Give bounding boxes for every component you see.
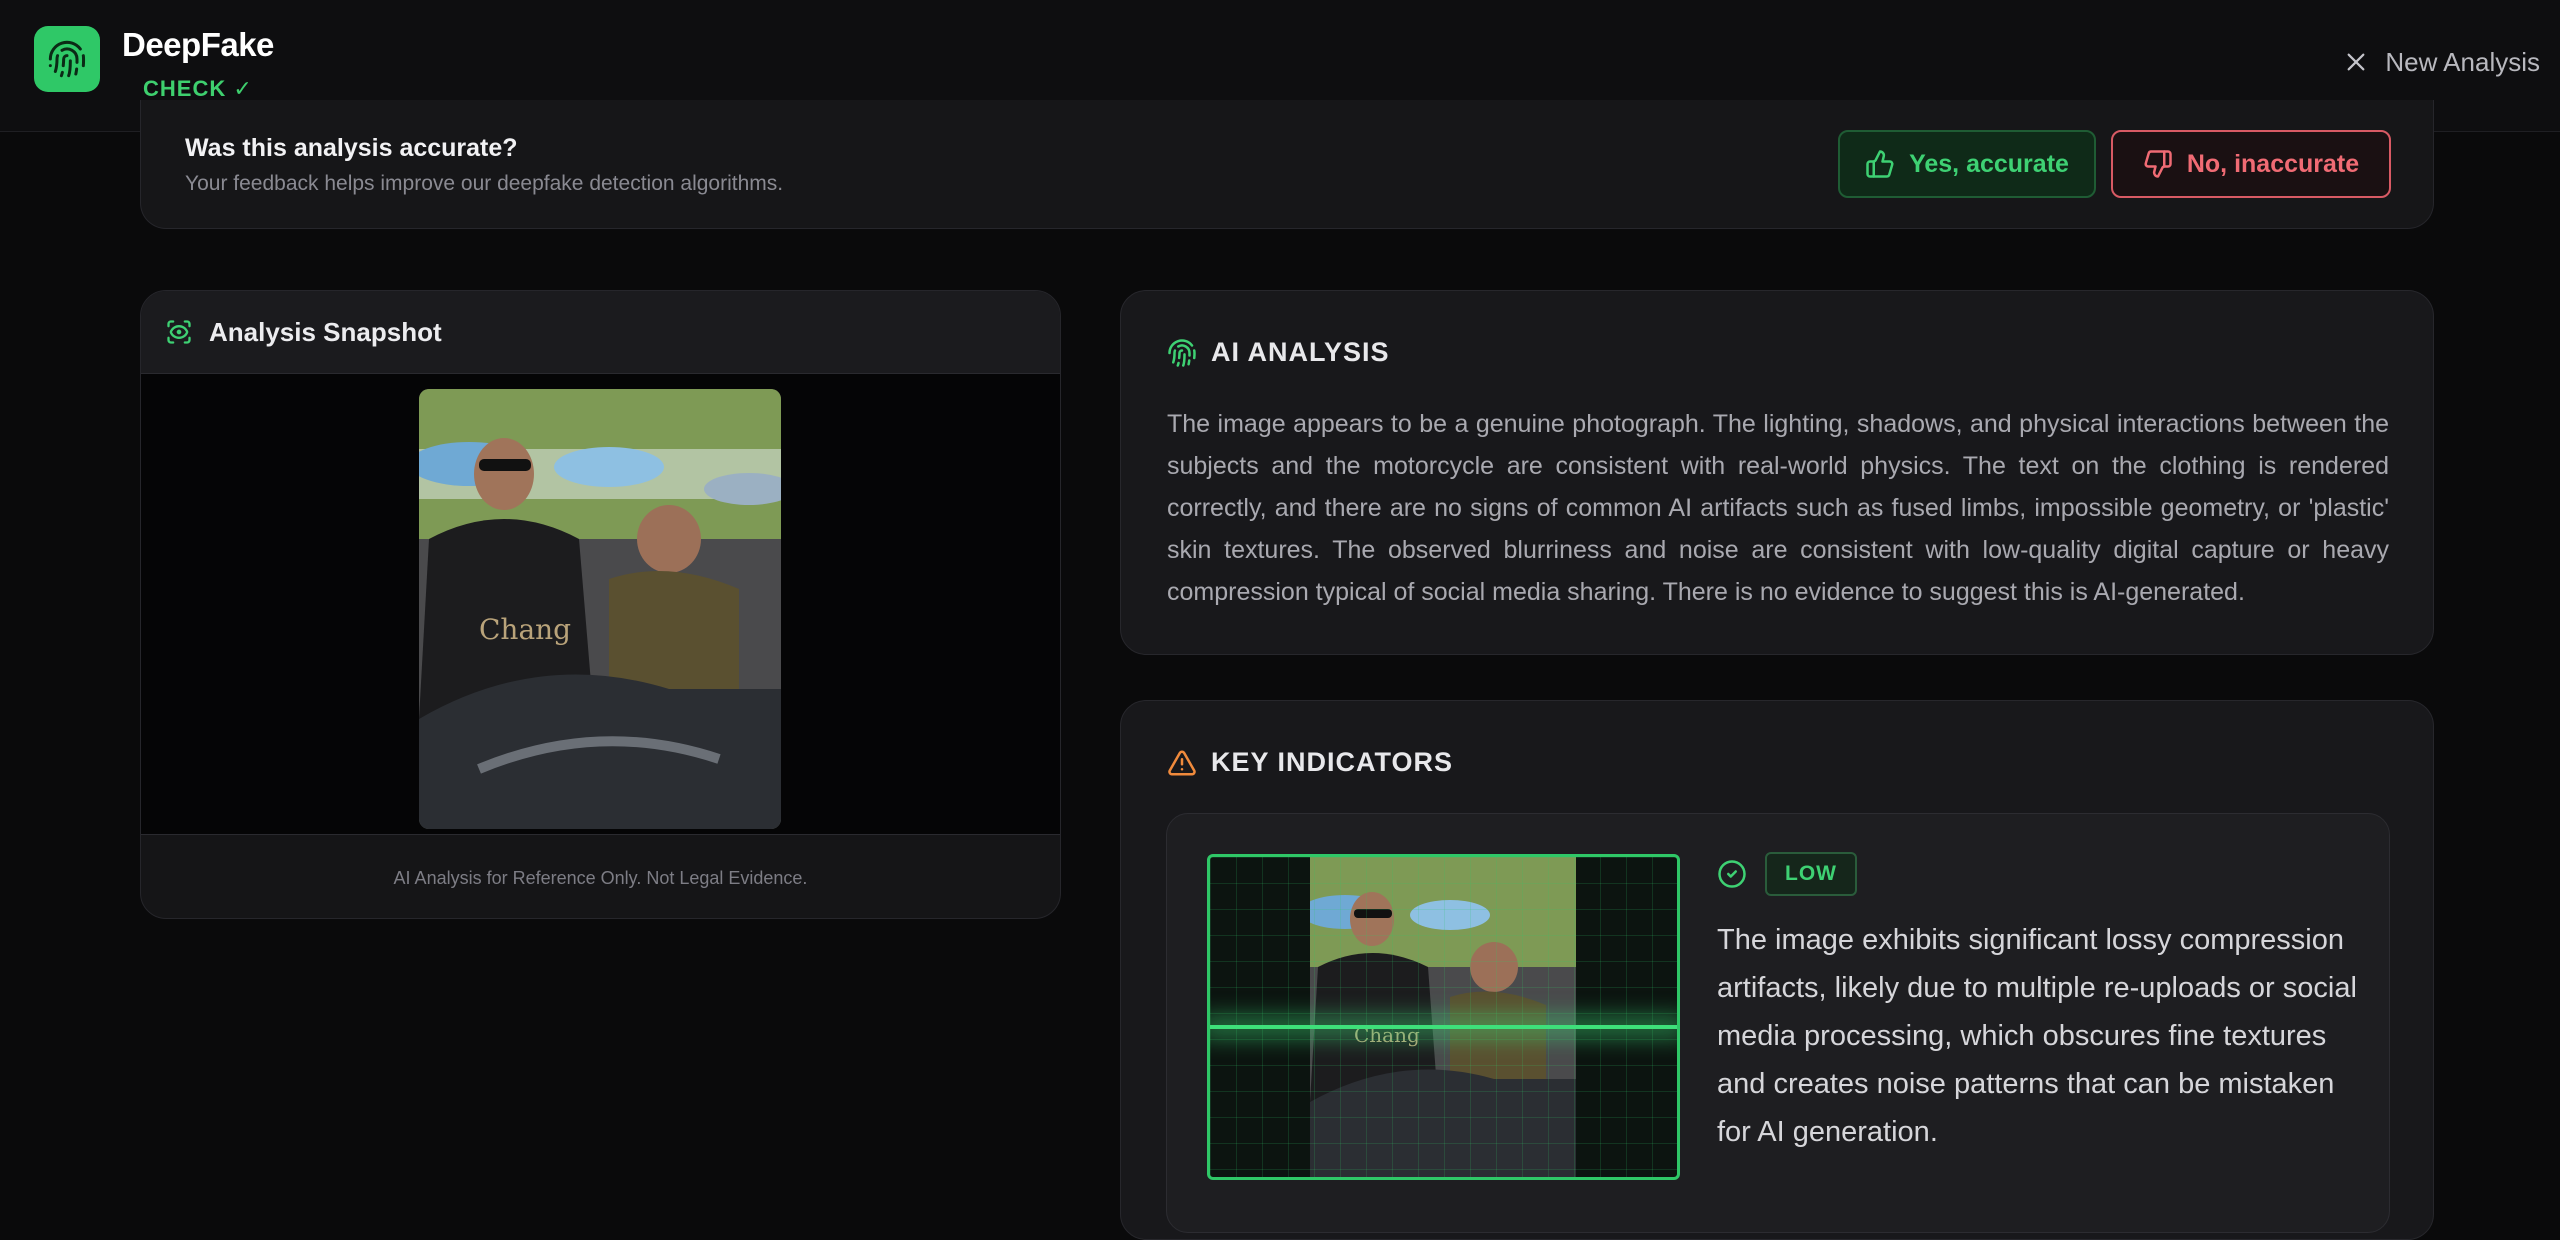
- accurate-label: Yes, accurate: [1909, 149, 2069, 178]
- thumbs-up-icon: [1866, 150, 1894, 178]
- svg-text:Chang: Chang: [479, 613, 571, 646]
- brand-subtitle: CHECK ✓: [143, 76, 253, 101]
- scan-grid: [1210, 857, 1677, 1177]
- feedback-card: Was this analysis accurate? Your feedbac…: [140, 100, 2434, 229]
- indicator-image[interactable]: Chang: [1207, 854, 1680, 1180]
- photo-illustration: Chang: [419, 389, 781, 829]
- ai-analysis-text: The image appears to be a genuine photog…: [1167, 410, 2389, 606]
- feedback-subtitle: Your feedback helps improve our deepfake…: [185, 172, 784, 195]
- ai-analysis-card: AI ANALYSIS The image appears to be a ge…: [1120, 290, 2434, 655]
- new-analysis-label: New Analysis: [2385, 46, 2540, 77]
- snapshot-header: Analysis Snapshot: [141, 291, 1060, 374]
- scan-line: [1210, 1025, 1677, 1029]
- indicator-item: Chang LOW The image exhibits significant…: [1166, 813, 2390, 1233]
- accurate-button[interactable]: Yes, accurate: [1838, 130, 2096, 198]
- key-indicators-header: KEY INDICATORS: [1167, 747, 1453, 778]
- ai-analysis-title: AI ANALYSIS: [1211, 337, 1390, 367]
- severity-row: LOW: [1717, 852, 1857, 896]
- feedback-title: Was this analysis accurate?: [185, 134, 518, 162]
- snapshot-disclaimer: AI Analysis for Reference Only. Not Lega…: [393, 867, 808, 888]
- key-indicators-title: KEY INDICATORS: [1211, 747, 1454, 777]
- analysis-snapshot-card: Analysis Snapshot Chang AI Analysis for …: [140, 290, 1061, 919]
- thumbs-down-icon: [2144, 150, 2172, 178]
- key-indicators-card: KEY INDICATORS Chang: [1120, 700, 2434, 1240]
- scan-eye-icon: [167, 320, 191, 344]
- severity-badge: LOW: [1765, 852, 1857, 896]
- check-circle-icon: [1718, 860, 1746, 888]
- snapshot-image-area: Chang: [141, 374, 1060, 835]
- brand-name: DeepFake: [122, 26, 274, 63]
- inaccurate-label: No, inaccurate: [2186, 149, 2360, 178]
- indicator-text: The image exhibits significant lossy com…: [1717, 924, 2357, 1148]
- close-icon: [2347, 53, 2365, 71]
- snapshot-title: Analysis Snapshot: [209, 316, 442, 347]
- snapshot-photo[interactable]: Chang: [419, 389, 781, 829]
- ai-analysis-header: AI ANALYSIS: [1167, 337, 1390, 368]
- new-analysis-button[interactable]: New Analysis: [2345, 42, 2540, 82]
- fingerprint-icon: [48, 40, 86, 78]
- warning-icon: [1168, 750, 1196, 776]
- fingerprint-icon: [1168, 338, 1196, 367]
- inaccurate-button[interactable]: No, inaccurate: [2111, 130, 2391, 198]
- app-logo[interactable]: [34, 26, 100, 92]
